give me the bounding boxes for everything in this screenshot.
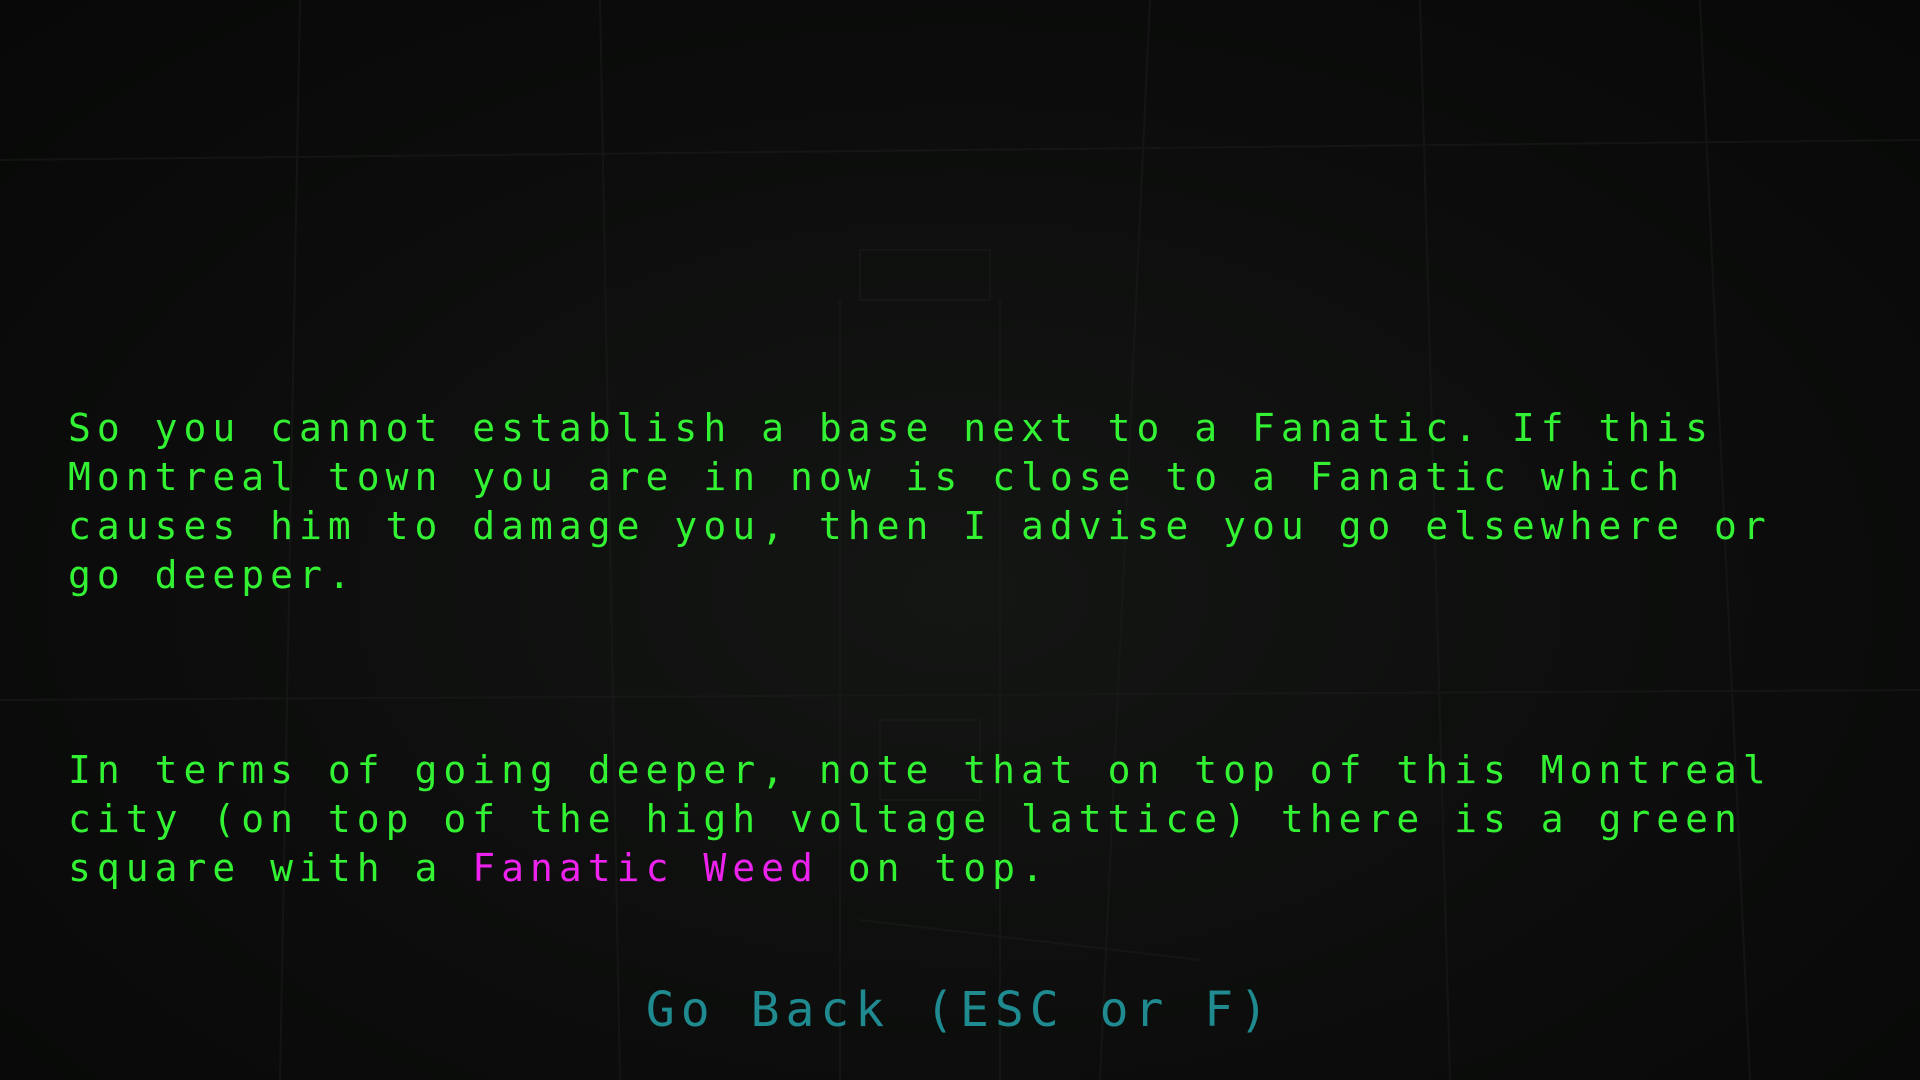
go-back-button[interactable]: Go Back (ESC or F) [0, 982, 1920, 1038]
dialog-text: So you cannot establish a base next to a… [68, 306, 1868, 1039]
dialog-paragraph-2: In terms of going deeper, note that on t… [68, 746, 1868, 893]
game-screen: So you cannot establish a base next to a… [0, 0, 1920, 1080]
fanatic-weed-highlight: Fanatic Weed [472, 846, 819, 890]
dialog-paragraph-2-text-after: on top. [818, 846, 1050, 890]
dialog-paragraph-1: So you cannot establish a base next to a… [68, 406, 1772, 597]
